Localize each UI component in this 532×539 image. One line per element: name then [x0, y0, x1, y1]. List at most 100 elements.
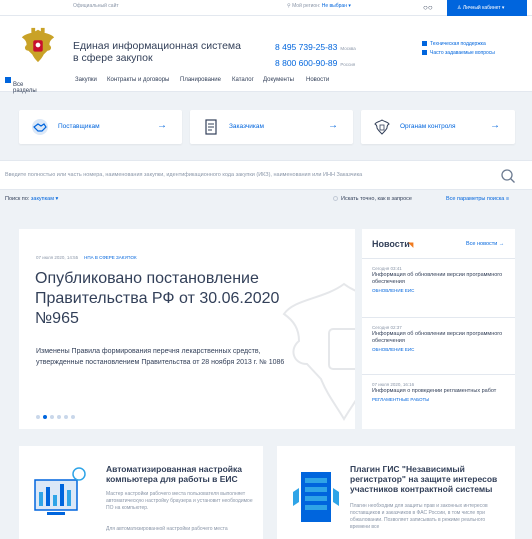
- news-panel: Новости ◥ Все новости → Сегодня 03:41 Ин…: [362, 229, 515, 429]
- document-icon: [205, 119, 217, 135]
- nav-item-documents[interactable]: Документы: [263, 77, 294, 83]
- region-selector[interactable]: ⚲ Мой регион: Не выбран ▾: [287, 3, 351, 9]
- nav-item-news[interactable]: Новости: [306, 77, 329, 83]
- arrow-right-icon: →: [498, 241, 505, 247]
- phone-moscow[interactable]: 8 495 739-25-83: [275, 42, 337, 52]
- rss-icon[interactable]: ◥: [408, 241, 413, 249]
- slider-dot[interactable]: [36, 415, 40, 419]
- featured-news-text: Изменены Правила формирования перечня ле…: [36, 348, 285, 366]
- arrow-right-icon: →: [490, 120, 500, 131]
- nav-item-purchases[interactable]: Закупки: [75, 77, 97, 83]
- slider-dot-active[interactable]: [43, 415, 47, 419]
- pin-icon: ⚲: [287, 3, 291, 9]
- faq-icon: [422, 50, 427, 55]
- plugin-title[interactable]: Плагин ГИС "Независимый регистратор" на …: [350, 464, 505, 494]
- search-scope-label: Поиск по:: [5, 196, 30, 202]
- personal-cabinet-label: Личный кабинет ▾: [462, 5, 505, 11]
- phone-moscow-city: Москва: [340, 46, 356, 51]
- setup-wizard-desc: Мастер настройки рабочего места пользова…: [106, 491, 253, 511]
- nav-item-label: Все разделы: [13, 82, 37, 94]
- search-scope-select[interactable]: закупкам ▾: [31, 196, 58, 202]
- setup-wizard-desc2: Для автоматизированной настройки рабочег…: [106, 526, 228, 532]
- arrow-right-icon: →: [328, 120, 338, 131]
- divider: [362, 317, 515, 318]
- site-header: Единая информационная система в сфере за…: [0, 16, 532, 72]
- personal-cabinet-button[interactable]: ♙ Личный кабинет ▾: [447, 0, 527, 16]
- divider: [362, 374, 515, 375]
- search-options: Поиск по: закупкам ▾ Искать точно, как в…: [0, 193, 532, 207]
- handshake-icon: [32, 119, 48, 135]
- support-links: Техническая поддержка Часто задаваемые в…: [422, 40, 495, 58]
- featured-news-date: 07 июля 2020, 14:55: [36, 255, 79, 260]
- region-label: Мой регион:: [292, 3, 321, 9]
- all-search-params-link[interactable]: Все параметры поиска ≡: [446, 196, 509, 202]
- slider-dot[interactable]: [50, 415, 54, 419]
- suppliers-card-label: Поставщикам: [58, 123, 100, 130]
- exact-match-label: Искать точно, как в запросе: [341, 196, 412, 202]
- emblem-icon: [374, 119, 390, 135]
- divider: [362, 258, 515, 259]
- phone-russia-city: Россия: [340, 62, 356, 67]
- site-title-line1: Единая информационная система: [73, 40, 241, 52]
- filter-icon: ≡: [505, 196, 510, 202]
- customers-card-label: Заказчикам: [229, 123, 264, 130]
- main-nav: Все разделы Закупки Контракты и договоры…: [0, 72, 532, 94]
- accessibility-glasses-icon[interactable]: ○○: [423, 3, 433, 12]
- customers-card[interactable]: Заказчикам →: [190, 110, 353, 144]
- featured-news-category[interactable]: НПА В СФЕРЕ ЗАКУПОК: [84, 255, 137, 260]
- nav-item-all-sections[interactable]: Все разделы: [5, 77, 37, 94]
- featured-news[interactable]: 07 июля 2020, 14:55 НПА В СФЕРЕ ЗАКУПОК О…: [19, 229, 355, 429]
- featured-news-meta: 07 июля 2020, 14:55 НПА В СФЕРЕ ЗАКУПОК: [36, 255, 137, 260]
- all-news-label: Все новости: [466, 241, 498, 247]
- tech-support-label: Техническая поддержка: [430, 41, 486, 47]
- news-item-date: 07 июля 2020, 16:16: [372, 382, 415, 387]
- search-bar[interactable]: Введите полностью или часть номера, наим…: [0, 160, 532, 190]
- radio-icon: [333, 196, 338, 201]
- slider-dot[interactable]: [71, 415, 75, 419]
- nav-item-contracts[interactable]: Контракты и договоры: [107, 77, 169, 83]
- slider-dot[interactable]: [57, 415, 61, 419]
- site-title-line2: в сфере закупок: [73, 52, 153, 64]
- setup-wizard-promo[interactable]: Автоматизированная настройка компьютера …: [19, 446, 263, 539]
- featured-news-title[interactable]: Опубликовано постановление Правительства…: [35, 269, 285, 329]
- news-item-title[interactable]: Информация об обновлении версии программ…: [372, 272, 512, 286]
- news-item[interactable]: 07 июля 2020, 16:16 Информация о проведе…: [372, 382, 512, 402]
- faq-link[interactable]: Часто задаваемые вопросы: [422, 49, 495, 58]
- all-news-link[interactable]: Все новости →: [466, 241, 504, 247]
- news-item[interactable]: Сегодня 02:37 Информация об обновлении в…: [372, 325, 512, 352]
- news-item-date: Сегодня 02:37: [372, 325, 402, 330]
- russia-emblem-logo[interactable]: [19, 26, 57, 64]
- news-item-date: Сегодня 03:41: [372, 266, 402, 271]
- tech-support-link[interactable]: Техническая поддержка: [422, 40, 495, 49]
- site-title[interactable]: Единая информационная система в сфере за…: [73, 40, 241, 64]
- news-item-title[interactable]: Информация об обновлении версии программ…: [372, 331, 512, 345]
- nav-item-catalog[interactable]: Каталог: [232, 77, 254, 83]
- all-search-params-label: Все параметры поиска: [446, 196, 505, 202]
- official-site-label: Официальный сайт: [73, 3, 119, 9]
- phone-russia[interactable]: 8 800 600-90-89: [275, 58, 337, 68]
- user-icon: ♙: [457, 5, 462, 11]
- news-item-category[interactable]: ОБНОВЛЕНИЕ ЕИС: [372, 288, 512, 293]
- news-panel-heading: Новости: [372, 239, 410, 249]
- news-item-title[interactable]: Информация о проведении регламентных раб…: [372, 388, 512, 395]
- nav-item-planning[interactable]: Планирование: [180, 77, 221, 83]
- top-bar: Официальный сайт ⚲ Мой регион: Не выбран…: [0, 0, 532, 16]
- search-icon[interactable]: [500, 168, 516, 184]
- region-value[interactable]: Не выбран ▾: [322, 3, 351, 9]
- search-scope: Поиск по: закупкам ▾: [5, 196, 58, 202]
- suppliers-card[interactable]: Поставщикам →: [19, 110, 182, 144]
- server-shield-illustration: [293, 472, 339, 522]
- plugin-promo[interactable]: Плагин ГИС "Независимый регистратор" на …: [277, 446, 515, 539]
- exact-match-toggle[interactable]: Искать точно, как в запросе: [333, 196, 412, 202]
- control-bodies-card[interactable]: Органам контроля →: [361, 110, 515, 144]
- news-item-category[interactable]: ОБНОВЛЕНИЕ ЕИС: [372, 347, 512, 352]
- slider-dot[interactable]: [64, 415, 68, 419]
- search-input[interactable]: Введите полностью или часть номера, наим…: [5, 172, 362, 178]
- news-item[interactable]: Сегодня 03:41 Информация об обновлении в…: [372, 266, 512, 293]
- arrow-right-icon: →: [157, 120, 167, 131]
- news-item-category[interactable]: РЕГЛАМЕНТНЫЕ РАБОТЫ: [372, 397, 512, 402]
- setup-wizard-title[interactable]: Автоматизированная настройка компьютера …: [106, 464, 261, 484]
- hotline-phones: 8 495 739-25-83 Москва 8 800 600-90-89 Рос…: [275, 40, 356, 72]
- slider-dots: [36, 406, 78, 424]
- menu-grid-icon: [5, 77, 11, 83]
